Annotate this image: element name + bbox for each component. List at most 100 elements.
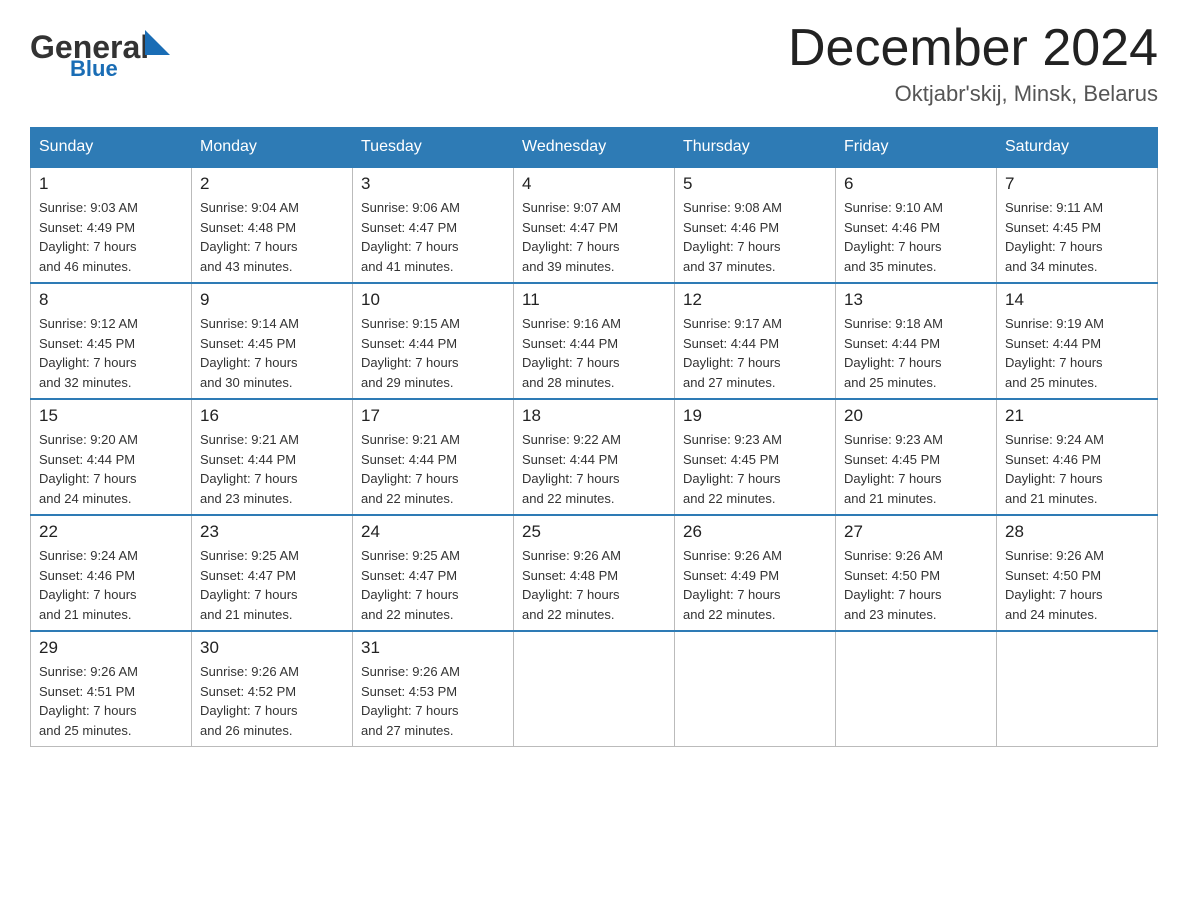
week-row-4: 22Sunrise: 9:24 AMSunset: 4:46 PMDayligh… bbox=[31, 515, 1158, 631]
col-wednesday: Wednesday bbox=[514, 128, 675, 168]
table-row: 24Sunrise: 9:25 AMSunset: 4:47 PMDayligh… bbox=[353, 515, 514, 631]
day-info: Sunrise: 9:21 AMSunset: 4:44 PMDaylight:… bbox=[200, 430, 344, 508]
day-number: 20 bbox=[844, 406, 988, 426]
day-number: 21 bbox=[1005, 406, 1149, 426]
week-row-3: 15 Sunrise: 9:20 AMSunset: 4:44 PMDayligh… bbox=[31, 399, 1158, 515]
col-friday: Friday bbox=[836, 128, 997, 168]
day-number: 17 bbox=[361, 406, 505, 426]
calendar-table: Sunday Monday Tuesday Wednesday Thursday… bbox=[30, 127, 1158, 747]
day-number: 7 bbox=[1005, 174, 1149, 194]
table-row: 28 Sunrise: 9:26 AMSunset: 4:50 PMDayligh… bbox=[997, 515, 1158, 631]
day-info: Sunrise: 9:26 AMSunset: 4:52 PMDaylight:… bbox=[200, 662, 344, 740]
day-number: 10 bbox=[361, 290, 505, 310]
day-info: Sunrise: 9:23 AMSunset: 4:45 PMDaylight:… bbox=[844, 430, 988, 508]
table-row: 10 Sunrise: 9:15 AMSunset: 4:44 PMDayligh… bbox=[353, 283, 514, 399]
day-info: Sunrise: 9:16 AMSunset: 4:44 PMDaylight:… bbox=[522, 314, 666, 392]
day-info: Sunrise: 9:26 AMSunset: 4:48 PMDaylight:… bbox=[522, 546, 666, 624]
table-row: 31Sunrise: 9:26 AMSunset: 4:53 PMDayligh… bbox=[353, 631, 514, 747]
day-info: Sunrise: 9:23 AMSunset: 4:45 PMDaylight:… bbox=[683, 430, 827, 508]
day-number: 24 bbox=[361, 522, 505, 542]
day-info: Sunrise: 9:24 AMSunset: 4:46 PMDaylight:… bbox=[1005, 430, 1149, 508]
col-saturday: Saturday bbox=[997, 128, 1158, 168]
col-thursday: Thursday bbox=[675, 128, 836, 168]
table-row: 23 Sunrise: 9:25 AMSunset: 4:47 PMDayligh… bbox=[192, 515, 353, 631]
table-row: 8 Sunrise: 9:12 AMSunset: 4:45 PMDaylight… bbox=[31, 283, 192, 399]
col-sunday: Sunday bbox=[31, 128, 192, 168]
day-info: Sunrise: 9:21 AMSunset: 4:44 PMDaylight:… bbox=[361, 430, 505, 508]
day-number: 26 bbox=[683, 522, 827, 542]
table-row: 29 Sunrise: 9:26 AMSunset: 4:51 PMDayligh… bbox=[31, 631, 192, 747]
table-row: 6 Sunrise: 9:10 AMSunset: 4:46 PMDaylight… bbox=[836, 167, 997, 283]
table-row: 9 Sunrise: 9:14 AMSunset: 4:45 PMDaylight… bbox=[192, 283, 353, 399]
day-info: Sunrise: 9:25 AMSunset: 4:47 PMDaylight:… bbox=[200, 546, 344, 624]
day-info: Sunrise: 9:03 AMSunset: 4:49 PMDaylight:… bbox=[39, 198, 183, 276]
table-row: 7 Sunrise: 9:11 AMSunset: 4:45 PMDaylight… bbox=[997, 167, 1158, 283]
day-number: 29 bbox=[39, 638, 183, 658]
table-row: 20 Sunrise: 9:23 AMSunset: 4:45 PMDayligh… bbox=[836, 399, 997, 515]
day-number: 6 bbox=[844, 174, 988, 194]
table-row: 16 Sunrise: 9:21 AMSunset: 4:44 PMDayligh… bbox=[192, 399, 353, 515]
logo-text: General Blue bbox=[30, 20, 185, 80]
day-number: 16 bbox=[200, 406, 344, 426]
day-info: Sunrise: 9:12 AMSunset: 4:45 PMDaylight:… bbox=[39, 314, 183, 392]
day-info: Sunrise: 9:26 AMSunset: 4:53 PMDaylight:… bbox=[361, 662, 505, 740]
table-row: 14 Sunrise: 9:19 AMSunset: 4:44 PMDayligh… bbox=[997, 283, 1158, 399]
table-row: 27 Sunrise: 9:26 AMSunset: 4:50 PMDayligh… bbox=[836, 515, 997, 631]
table-row: 11 Sunrise: 9:16 AMSunset: 4:44 PMDayligh… bbox=[514, 283, 675, 399]
table-row: 2Sunrise: 9:04 AMSunset: 4:48 PMDaylight… bbox=[192, 167, 353, 283]
day-info: Sunrise: 9:20 AMSunset: 4:44 PMDaylight:… bbox=[39, 430, 183, 508]
day-number: 25 bbox=[522, 522, 666, 542]
day-number: 8 bbox=[39, 290, 183, 310]
table-row bbox=[675, 631, 836, 747]
day-number: 19 bbox=[683, 406, 827, 426]
day-number: 15 bbox=[39, 406, 183, 426]
day-info: Sunrise: 9:26 AMSunset: 4:51 PMDaylight:… bbox=[39, 662, 183, 740]
month-title: December 2024 bbox=[788, 20, 1158, 77]
day-number: 22 bbox=[39, 522, 183, 542]
table-row: 18 Sunrise: 9:22 AMSunset: 4:44 PMDayligh… bbox=[514, 399, 675, 515]
table-row: 13Sunrise: 9:18 AMSunset: 4:44 PMDayligh… bbox=[836, 283, 997, 399]
day-info: Sunrise: 9:19 AMSunset: 4:44 PMDaylight:… bbox=[1005, 314, 1149, 392]
table-row: 19 Sunrise: 9:23 AMSunset: 4:45 PMDayligh… bbox=[675, 399, 836, 515]
day-info: Sunrise: 9:17 AMSunset: 4:44 PMDaylight:… bbox=[683, 314, 827, 392]
day-number: 28 bbox=[1005, 522, 1149, 542]
table-row: 5Sunrise: 9:08 AMSunset: 4:46 PMDaylight… bbox=[675, 167, 836, 283]
day-info: Sunrise: 9:07 AMSunset: 4:47 PMDaylight:… bbox=[522, 198, 666, 276]
day-number: 11 bbox=[522, 290, 666, 310]
day-number: 23 bbox=[200, 522, 344, 542]
table-row bbox=[514, 631, 675, 747]
page-header: General Blue December 2024 Oktjabr'skij,… bbox=[30, 20, 1158, 107]
day-number: 30 bbox=[200, 638, 344, 658]
col-tuesday: Tuesday bbox=[353, 128, 514, 168]
day-info: Sunrise: 9:10 AMSunset: 4:46 PMDaylight:… bbox=[844, 198, 988, 276]
week-row-2: 8 Sunrise: 9:12 AMSunset: 4:45 PMDaylight… bbox=[31, 283, 1158, 399]
title-section: December 2024 Oktjabr'skij, Minsk, Belar… bbox=[788, 20, 1158, 107]
week-row-5: 29 Sunrise: 9:26 AMSunset: 4:51 PMDayligh… bbox=[31, 631, 1158, 747]
col-monday: Monday bbox=[192, 128, 353, 168]
table-row: 3Sunrise: 9:06 AMSunset: 4:47 PMDaylight… bbox=[353, 167, 514, 283]
day-info: Sunrise: 9:11 AMSunset: 4:45 PMDaylight:… bbox=[1005, 198, 1149, 276]
day-number: 13 bbox=[844, 290, 988, 310]
day-number: 27 bbox=[844, 522, 988, 542]
table-row bbox=[997, 631, 1158, 747]
day-number: 12 bbox=[683, 290, 827, 310]
location: Oktjabr'skij, Minsk, Belarus bbox=[788, 81, 1158, 107]
day-info: Sunrise: 9:08 AMSunset: 4:46 PMDaylight:… bbox=[683, 198, 827, 276]
table-row: 25 Sunrise: 9:26 AMSunset: 4:48 PMDayligh… bbox=[514, 515, 675, 631]
week-row-1: 1Sunrise: 9:03 AMSunset: 4:49 PMDaylight… bbox=[31, 167, 1158, 283]
calendar-header-row: Sunday Monday Tuesday Wednesday Thursday… bbox=[31, 128, 1158, 168]
day-number: 2 bbox=[200, 174, 344, 194]
day-info: Sunrise: 9:26 AMSunset: 4:50 PMDaylight:… bbox=[844, 546, 988, 624]
table-row: 30 Sunrise: 9:26 AMSunset: 4:52 PMDayligh… bbox=[192, 631, 353, 747]
day-number: 9 bbox=[200, 290, 344, 310]
day-number: 14 bbox=[1005, 290, 1149, 310]
day-info: Sunrise: 9:14 AMSunset: 4:45 PMDaylight:… bbox=[200, 314, 344, 392]
table-row bbox=[836, 631, 997, 747]
day-info: Sunrise: 9:06 AMSunset: 4:47 PMDaylight:… bbox=[361, 198, 505, 276]
day-info: Sunrise: 9:26 AMSunset: 4:49 PMDaylight:… bbox=[683, 546, 827, 624]
day-info: Sunrise: 9:15 AMSunset: 4:44 PMDaylight:… bbox=[361, 314, 505, 392]
day-info: Sunrise: 9:22 AMSunset: 4:44 PMDaylight:… bbox=[522, 430, 666, 508]
day-number: 18 bbox=[522, 406, 666, 426]
logo: General Blue bbox=[30, 20, 185, 80]
day-info: Sunrise: 9:26 AMSunset: 4:50 PMDaylight:… bbox=[1005, 546, 1149, 624]
